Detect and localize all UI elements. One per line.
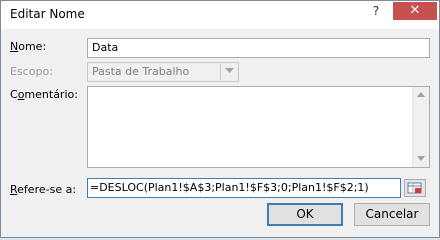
arrow-up-icon[interactable]: [413, 87, 429, 103]
range-collapse-icon: [407, 182, 422, 194]
comment-textarea[interactable]: [87, 86, 430, 168]
name-input[interactable]: Data: [87, 38, 430, 58]
scope-value: Pasta de Trabalho: [92, 65, 190, 78]
refers-to-label: Refere-se a:: [10, 183, 77, 196]
cancel-button[interactable]: Cancelar: [354, 203, 430, 226]
ok-button[interactable]: OK: [267, 203, 343, 226]
chevron-down-icon: [220, 64, 237, 80]
scope-label: Escopo:: [10, 65, 53, 78]
scope-select: Pasta de Trabalho: [87, 62, 239, 82]
refers-to-formula: =DESLOC(Plan1!$A$3;Plan1!$F$3;0;Plan1!$F…: [90, 181, 369, 194]
title-bar[interactable]: Editar Nome ? ✕: [1, 1, 439, 29]
range-collapse-button[interactable]: [404, 179, 426, 197]
dialog-body: Nome: Data Escopo: Pasta de Trabalho Com…: [1, 29, 439, 237]
arrow-down-icon[interactable]: [413, 151, 429, 167]
refers-to-input[interactable]: =DESLOC(Plan1!$A$3;Plan1!$F$3;0;Plan1!$F…: [87, 178, 401, 198]
close-button[interactable]: ✕: [393, 2, 437, 20]
edit-name-dialog: Editar Nome ? ✕ Nome: Data Escopo: Pasta…: [0, 0, 440, 238]
help-button[interactable]: ?: [361, 2, 391, 20]
name-label: Nome:: [10, 40, 47, 53]
dialog-title: Editar Nome: [10, 7, 85, 21]
comment-label: Comentário:: [10, 88, 78, 101]
comment-scrollbar[interactable]: [412, 87, 429, 167]
